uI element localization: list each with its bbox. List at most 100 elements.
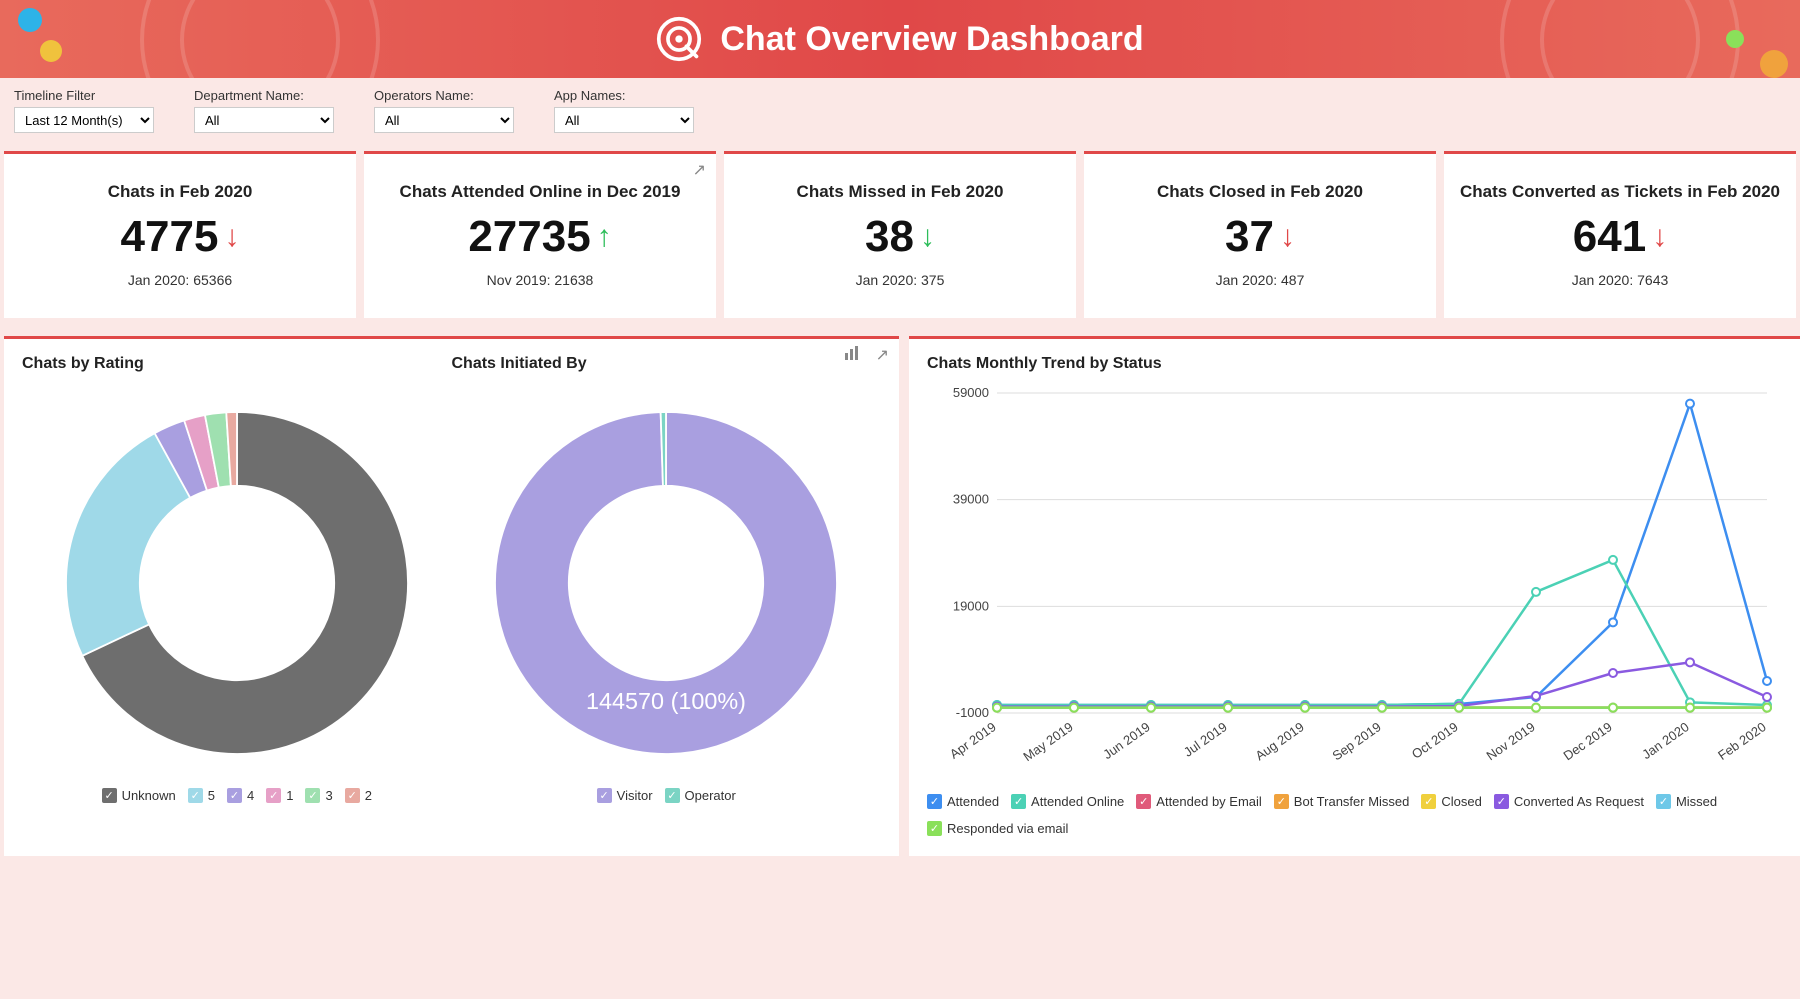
trend-arrow-icon: ↑ xyxy=(597,220,612,254)
kpi-card[interactable]: Chats Missed in Feb 2020 38↓ Jan 2020: 375 xyxy=(724,151,1076,318)
legend-item[interactable]: ✓Missed xyxy=(1656,794,1717,809)
legend-swatch-icon: ✓ xyxy=(227,788,242,803)
donut-chart-rating: ✓Unknown✓5✓4✓1✓3✓2 xyxy=(47,403,427,803)
legend-swatch-icon: ✓ xyxy=(597,788,612,803)
legend-swatch-icon: ✓ xyxy=(1011,794,1026,809)
legend-label: Responded via email xyxy=(947,821,1068,836)
legend-label: Attended by Email xyxy=(1156,794,1262,809)
legend-label: Attended Online xyxy=(1031,794,1124,809)
operators-select[interactable]: All xyxy=(374,107,514,133)
legend-item[interactable]: ✓2 xyxy=(345,788,372,803)
legend-swatch-icon: ✓ xyxy=(1421,794,1436,809)
chart-card-trend: Chats Monthly Trend by Status 59000 39000… xyxy=(909,336,1800,856)
legend-item[interactable]: ✓1 xyxy=(266,788,293,803)
svg-text:Oct 2019: Oct 2019 xyxy=(1409,719,1461,762)
kpi-card[interactable]: ↗Chats Attended Online in Dec 2019 27735↑… xyxy=(364,151,716,318)
expand-icon[interactable]: ↗ xyxy=(693,160,706,180)
svg-text:59000: 59000 xyxy=(953,385,989,400)
filter-label-operators: Operators Name: xyxy=(374,88,514,103)
charts-row: ↗ Chats by Rating Chats Initiated By ✓Un… xyxy=(0,318,1800,856)
kpi-compare: Jan 2020: 7643 xyxy=(1454,272,1786,288)
kpi-compare: Jan 2020: 65366 xyxy=(14,272,346,288)
svg-text:Jan 2020: Jan 2020 xyxy=(1639,719,1691,762)
kpi-title: Chats Attended Online in Dec 2019 xyxy=(374,182,706,202)
legend-label: 3 xyxy=(325,788,332,803)
donut-chart-initiated: 144570 (100%) ✓Visitor✓Operator xyxy=(476,403,856,803)
legend-label: 2 xyxy=(365,788,372,803)
legend-swatch-icon: ✓ xyxy=(1274,794,1289,809)
trend-arrow-icon: ↓ xyxy=(1652,220,1667,254)
svg-text:Nov 2019: Nov 2019 xyxy=(1484,719,1538,763)
legend-item[interactable]: ✓3 xyxy=(305,788,332,803)
kpi-card[interactable]: Chats Closed in Feb 2020 37↓ Jan 2020: 487 xyxy=(1084,151,1436,318)
legend-item[interactable]: ✓ Attended Online xyxy=(1011,794,1124,809)
svg-text:Jun 2019: Jun 2019 xyxy=(1100,719,1152,762)
legend-swatch-icon: ✓ xyxy=(266,788,281,803)
expand-icon[interactable]: ↗ xyxy=(876,345,889,366)
legend-swatch-icon: ✓ xyxy=(305,788,320,803)
filter-label-timeline: Timeline Filter xyxy=(14,88,154,103)
legend-item[interactable]: ✓ Attended by Email xyxy=(1136,794,1262,809)
chart-title-trend: Chats Monthly Trend by Status xyxy=(927,355,1787,373)
legend-label: Operator xyxy=(685,788,736,803)
legend-item[interactable]: ✓Converted As Request xyxy=(1494,794,1644,809)
legend-item[interactable]: ✓Unknown xyxy=(102,788,176,803)
apps-select[interactable]: All xyxy=(554,107,694,133)
legend-label: Converted As Request xyxy=(1514,794,1644,809)
legend-swatch-icon: ✓ xyxy=(665,788,680,803)
filter-label-department: Department Name: xyxy=(194,88,334,103)
svg-text:19000: 19000 xyxy=(953,598,989,613)
legend-label: Bot Transfer Missed xyxy=(1294,794,1410,809)
dashboard-logo-icon xyxy=(656,16,702,62)
legend-label: 5 xyxy=(208,788,215,803)
legend-item[interactable]: ✓5 xyxy=(188,788,215,803)
legend-item[interactable]: ✓Responded via email xyxy=(927,821,1068,836)
legend-label: Unknown xyxy=(122,788,176,803)
kpi-value: 641 xyxy=(1573,212,1646,262)
kpi-title: Chats Closed in Feb 2020 xyxy=(1094,182,1426,202)
svg-text:Feb 2020: Feb 2020 xyxy=(1715,719,1769,763)
kpi-value: 38 xyxy=(865,212,914,262)
legend-item[interactable]: ✓ Closed xyxy=(1421,794,1481,809)
kpi-card[interactable]: Chats Converted as Tickets in Feb 202064… xyxy=(1444,151,1796,318)
timeline-filter-select[interactable]: Last 12 Month(s) xyxy=(14,107,154,133)
kpi-compare: Jan 2020: 375 xyxy=(734,272,1066,288)
legend-item[interactable]: ✓4 xyxy=(227,788,254,803)
legend-item[interactable]: ✓ Bot Transfer Missed xyxy=(1274,794,1410,809)
legend-label: Attended xyxy=(947,794,999,809)
legend-label: 4 xyxy=(247,788,254,803)
legend-item[interactable]: ✓Visitor xyxy=(597,788,653,803)
svg-text:39000: 39000 xyxy=(953,492,989,507)
svg-text:Jul 2019: Jul 2019 xyxy=(1181,719,1230,759)
filter-label-apps: App Names: xyxy=(554,88,694,103)
chart-card-donuts: ↗ Chats by Rating Chats Initiated By ✓Un… xyxy=(4,336,899,856)
department-select[interactable]: All xyxy=(194,107,334,133)
chart-title-rating: Chats by Rating xyxy=(22,355,452,373)
legend-label: Missed xyxy=(1676,794,1717,809)
legend-swatch-icon: ✓ xyxy=(345,788,360,803)
kpi-value: 27735 xyxy=(468,212,590,262)
kpi-value: 37 xyxy=(1225,212,1274,262)
chart-title-initiated: Chats Initiated By xyxy=(452,355,882,373)
trend-arrow-icon: ↓ xyxy=(1280,220,1295,254)
kpi-compare: Jan 2020: 487 xyxy=(1094,272,1426,288)
chart-type-icon[interactable] xyxy=(844,345,862,366)
kpi-row: Chats in Feb 20204775↓Jan 2020: 65366↗Ch… xyxy=(0,151,1800,318)
svg-text:Aug 2019: Aug 2019 xyxy=(1253,719,1307,763)
svg-text:-1000: -1000 xyxy=(956,705,989,720)
legend-swatch-icon: ✓ xyxy=(188,788,203,803)
legend-swatch-icon: ✓ xyxy=(1136,794,1151,809)
kpi-card[interactable]: Chats in Feb 20204775↓Jan 2020: 65366 xyxy=(4,151,356,318)
legend-label: Closed xyxy=(1441,794,1481,809)
legend-item[interactable]: ✓ Operator xyxy=(665,788,736,803)
kpi-value: 4775 xyxy=(121,212,219,262)
legend-item[interactable]: ✓Attended xyxy=(927,794,999,809)
svg-text:May 2019: May 2019 xyxy=(1020,719,1075,764)
legend-label: 1 xyxy=(286,788,293,803)
kpi-title: Chats Missed in Feb 2020 xyxy=(734,182,1066,202)
svg-text:Apr 2019: Apr 2019 xyxy=(947,719,999,762)
svg-text:Sep 2019: Sep 2019 xyxy=(1330,719,1384,763)
svg-text:Dec 2019: Dec 2019 xyxy=(1561,719,1615,763)
kpi-title: Chats in Feb 2020 xyxy=(14,182,346,202)
trend-arrow-icon: ↓ xyxy=(920,220,935,254)
